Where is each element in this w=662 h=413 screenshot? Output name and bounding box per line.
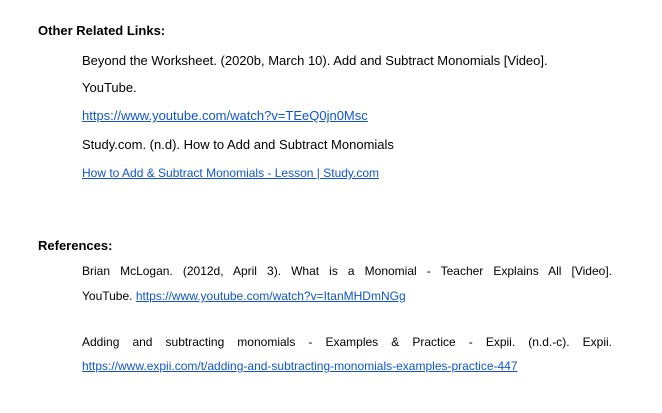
references-heading: References: (38, 238, 113, 253)
related-ref1-line1: Beyond the Worksheet. (2020b, March 10).… (82, 53, 548, 68)
references-ref1-line2: YouTube. https://www.youtube.com/watch?v… (82, 289, 406, 303)
references-ref1-prefix: YouTube. (82, 289, 133, 303)
other-related-links-heading: Other Related Links: (38, 23, 166, 38)
related-ref1-youtube-link[interactable]: https://www.youtube.com/watch?v=TEeQ0jn0… (82, 108, 368, 123)
related-ref1-line2: YouTube. (82, 80, 137, 95)
related-ref2-study-link[interactable]: How to Add & Subtract Monomials - Lesson… (82, 166, 379, 180)
related-ref2-line1: Study.com. (n.d). How to Add and Subtrac… (82, 137, 394, 152)
references-ref2-expii-link[interactable]: https://www.expii.com/t/adding-and-subtr… (82, 359, 518, 373)
references-ref1-youtube-link[interactable]: https://www.youtube.com/watch?v=ItanMHDm… (136, 289, 406, 303)
references-ref1-line1: Brian McLogan. (2012d, April 3). What is… (82, 264, 612, 278)
references-ref2-line1: Adding and subtracting monomials - Examp… (82, 335, 612, 349)
